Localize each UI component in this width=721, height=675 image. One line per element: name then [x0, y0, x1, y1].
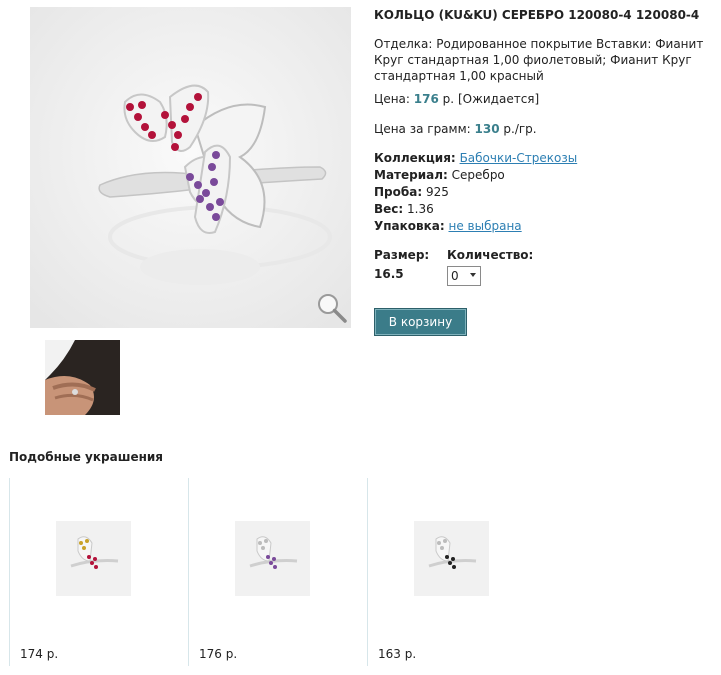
gram-price-line: Цена за грамм: 130 р./гр. [374, 122, 537, 136]
quantity-label: Количество: [447, 248, 534, 262]
assay-label: Проба: [374, 185, 423, 199]
similar-item-price: 174 р. [20, 647, 59, 661]
size-label: Размер: [374, 248, 430, 262]
price-label: Цена: [374, 92, 410, 106]
material-label: Материал: [374, 168, 448, 182]
weight-row: Вес: 1.36 [374, 201, 577, 218]
price-value: 176 [413, 92, 439, 106]
assay-value: 925 [425, 185, 449, 199]
packaging-link[interactable]: не выбрана [449, 219, 522, 233]
quantity-select[interactable]: 0 [447, 266, 481, 286]
card-divider [367, 478, 368, 666]
card-divider [9, 478, 10, 666]
ring-image [30, 7, 351, 328]
product-description: Отделка: Родированное покрытие Вставки: … [374, 37, 704, 83]
product-title: КОЛЬЦО (KU&KU) СЕРЕБРО 120080-4 120080-4 [374, 8, 700, 22]
similar-item-image[interactable] [235, 521, 310, 596]
product-main-photo[interactable] [30, 7, 351, 328]
product-thumbnail[interactable] [45, 340, 120, 415]
chevron-down-icon [470, 273, 476, 277]
magnifier-icon[interactable] [314, 290, 348, 324]
add-to-cart-button[interactable]: В корзину [374, 308, 467, 336]
gram-price-unit: р./гр. [503, 122, 537, 136]
weight-label: Вес: [374, 202, 404, 216]
gram-price-value: 130 [474, 122, 500, 136]
similar-item-image[interactable] [56, 521, 131, 596]
material-value: Серебро [451, 168, 505, 182]
gram-price-label: Цена за грамм: [374, 122, 471, 136]
price-line: Цена: 176 р. [Ожидается] [374, 92, 539, 106]
packaging-label: Упаковка: [374, 219, 445, 233]
price-currency: р. [442, 92, 455, 106]
product-properties: Коллекция: Бабочки-Стрекозы Материал: Се… [374, 150, 577, 235]
similar-items-title: Подобные украшения [9, 450, 164, 464]
material-row: Материал: Серебро [374, 167, 577, 184]
weight-value: 1.36 [407, 202, 434, 216]
quantity-selected-value: 0 [451, 269, 459, 283]
similar-item-price: 163 р. [378, 647, 417, 661]
collection-link[interactable]: Бабочки-Стрекозы [460, 151, 578, 165]
similar-item-price: 176 р. [199, 647, 238, 661]
card-divider [188, 478, 189, 666]
packaging-row: Упаковка: не выбрана [374, 218, 577, 235]
assay-row: Проба: 925 [374, 184, 577, 201]
similar-item-image[interactable] [414, 521, 489, 596]
collection-label: Коллекция: [374, 151, 456, 165]
collection-row: Коллекция: Бабочки-Стрекозы [374, 150, 577, 167]
size-value: 16.5 [374, 267, 404, 281]
price-status: [Ожидается] [457, 92, 540, 106]
